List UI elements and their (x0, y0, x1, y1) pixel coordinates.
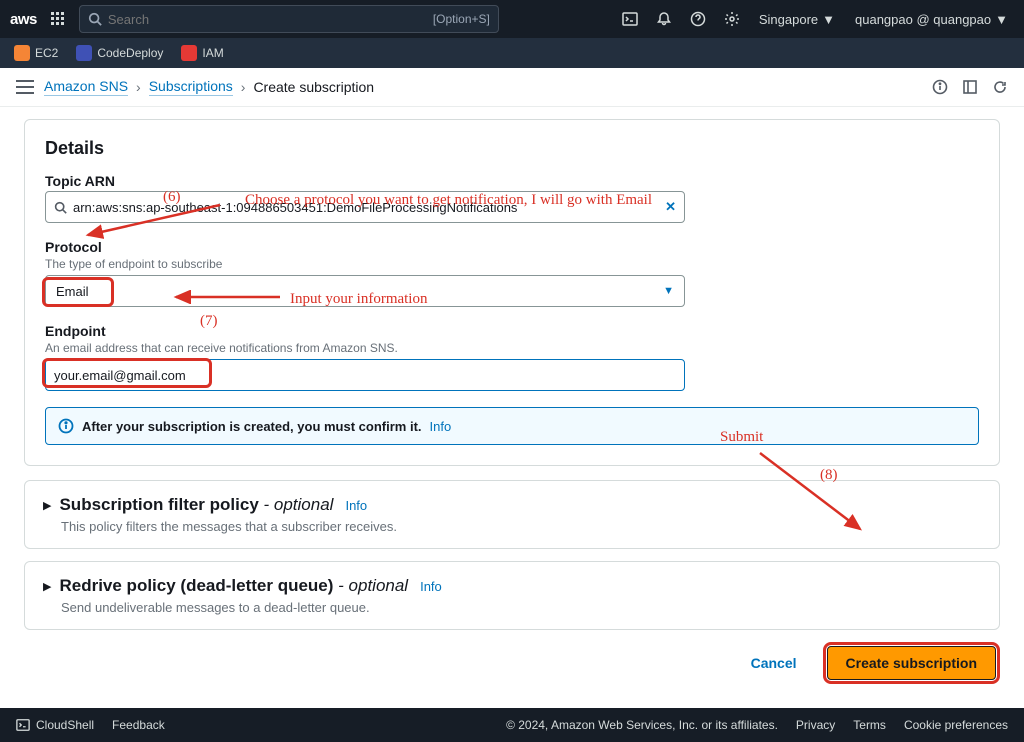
cloudshell-label: CloudShell (36, 718, 94, 732)
expand-toggle-icon[interactable]: ▶ (43, 499, 51, 512)
search-shortcut: [Option+S] (433, 12, 490, 26)
optional-suffix: - optional (333, 576, 408, 595)
cloudshell-icon[interactable]: CloudShell (16, 718, 94, 732)
field-label: Endpoint (45, 323, 979, 339)
clear-icon[interactable]: ✕ (665, 199, 676, 215)
breadcrumb-link[interactable]: Amazon SNS (44, 78, 128, 96)
global-search[interactable]: [Option+S] (79, 5, 499, 33)
search-icon (88, 12, 102, 26)
info-link[interactable]: Info (430, 419, 452, 434)
favorites-bar: EC2 CodeDeploy IAM (0, 38, 1024, 68)
expand-toggle-icon[interactable]: ▶ (43, 580, 51, 593)
service-label: CodeDeploy (97, 46, 163, 60)
search-input[interactable] (108, 12, 433, 27)
notifications-icon[interactable] (651, 6, 677, 32)
breadcrumb-sep: › (241, 79, 246, 95)
aws-logo[interactable]: aws (10, 11, 37, 28)
section-desc: Send undeliverable messages to a dead-le… (61, 600, 981, 615)
field-help: The type of endpoint to subscribe (45, 257, 979, 271)
global-nav: aws [Option+S] Singapore ▼ quangpao @ qu… (0, 0, 1024, 38)
annotation-highlight: Create subscription (823, 642, 1000, 684)
filter-policy-section: ▶ Subscription filter policy - optional … (24, 480, 1000, 549)
breadcrumb-current: Create subscription (253, 79, 374, 95)
chevron-down-icon: ▼ (822, 12, 835, 27)
chevron-down-icon: ▼ (663, 285, 674, 297)
field-label: Protocol (45, 239, 979, 255)
topic-arn-value: arn:aws:sns:ap-southeast-1:094886503451:… (73, 200, 517, 215)
region-label: Singapore (759, 12, 818, 27)
section-title: Subscription filter policy - optional (59, 495, 333, 515)
privacy-link[interactable]: Privacy (796, 718, 835, 732)
confirm-info-alert: After your subscription is created, you … (45, 407, 979, 445)
field-label: Topic ARN (45, 173, 979, 189)
protocol-value: Email (56, 284, 89, 299)
breadcrumb-row: Amazon SNS › Subscriptions › Create subs… (0, 68, 1024, 107)
account-menu[interactable]: quangpao @ quangpao ▼ (849, 12, 1014, 27)
global-footer: CloudShell Feedback © 2024, Amazon Web S… (0, 708, 1024, 742)
endpoint-input[interactable]: your.email@gmail.com (45, 359, 685, 391)
info-link[interactable]: Info (345, 498, 367, 513)
ec2-icon (14, 45, 30, 61)
breadcrumb: Amazon SNS › Subscriptions › Create subs… (44, 78, 374, 96)
breadcrumb-sep: › (136, 79, 141, 95)
info-icon (58, 418, 74, 434)
copyright-text: © 2024, Amazon Web Services, Inc. or its… (506, 718, 778, 732)
field-help: An email address that can receive notifi… (45, 341, 979, 355)
endpoint-value: your.email@gmail.com (54, 368, 186, 383)
services-grid-icon[interactable] (45, 6, 71, 32)
service-shortcut-codedeploy[interactable]: CodeDeploy (72, 43, 167, 63)
form-actions: Cancel Create subscription (24, 642, 1000, 684)
service-label: IAM (202, 46, 223, 60)
protocol-field: Protocol The type of endpoint to subscri… (45, 239, 979, 307)
section-title: Redrive policy (dead-letter queue) - opt… (59, 576, 408, 596)
chevron-down-icon: ▼ (995, 12, 1008, 27)
service-shortcut-ec2[interactable]: EC2 (10, 43, 62, 63)
service-shortcut-iam[interactable]: IAM (177, 43, 227, 63)
endpoint-field: Endpoint An email address that can recei… (45, 323, 979, 391)
iam-icon (181, 45, 197, 61)
cancel-button[interactable]: Cancel (739, 642, 809, 684)
details-panel: Details Topic ARN arn:aws:sns:ap-southea… (24, 119, 1000, 466)
expand-icon[interactable] (962, 79, 978, 95)
settings-icon[interactable] (719, 6, 745, 32)
section-desc: This policy filters the messages that a … (61, 519, 981, 534)
terms-link[interactable]: Terms (853, 718, 886, 732)
panel-heading: Details (45, 138, 979, 159)
optional-suffix: - optional (259, 495, 334, 514)
topic-arn-field: Topic ARN arn:aws:sns:ap-southeast-1:094… (45, 173, 979, 223)
service-label: EC2 (35, 46, 58, 60)
refresh-icon[interactable] (992, 79, 1008, 95)
region-selector[interactable]: Singapore ▼ (753, 12, 841, 27)
section-title-text: Subscription filter policy (59, 495, 258, 514)
codedeploy-icon (76, 45, 92, 61)
feedback-link[interactable]: Feedback (112, 718, 165, 732)
cloudshell-icon[interactable] (617, 6, 643, 32)
create-subscription-button[interactable]: Create subscription (827, 646, 996, 680)
redrive-policy-section: ▶ Redrive policy (dead-letter queue) - o… (24, 561, 1000, 630)
help-icon[interactable] (685, 6, 711, 32)
search-icon (54, 201, 67, 214)
info-text: After your subscription is created, you … (82, 419, 422, 434)
breadcrumb-link[interactable]: Subscriptions (149, 78, 233, 96)
info-icon[interactable] (932, 79, 948, 95)
cookie-prefs-link[interactable]: Cookie preferences (904, 718, 1008, 732)
topic-arn-input[interactable]: arn:aws:sns:ap-southeast-1:094886503451:… (45, 191, 685, 223)
side-nav-toggle-icon[interactable] (16, 80, 34, 94)
section-title-text: Redrive policy (dead-letter queue) (59, 576, 333, 595)
info-link[interactable]: Info (420, 579, 442, 594)
account-label: quangpao @ quangpao (855, 12, 991, 27)
protocol-select[interactable]: Email ▼ (45, 275, 685, 307)
